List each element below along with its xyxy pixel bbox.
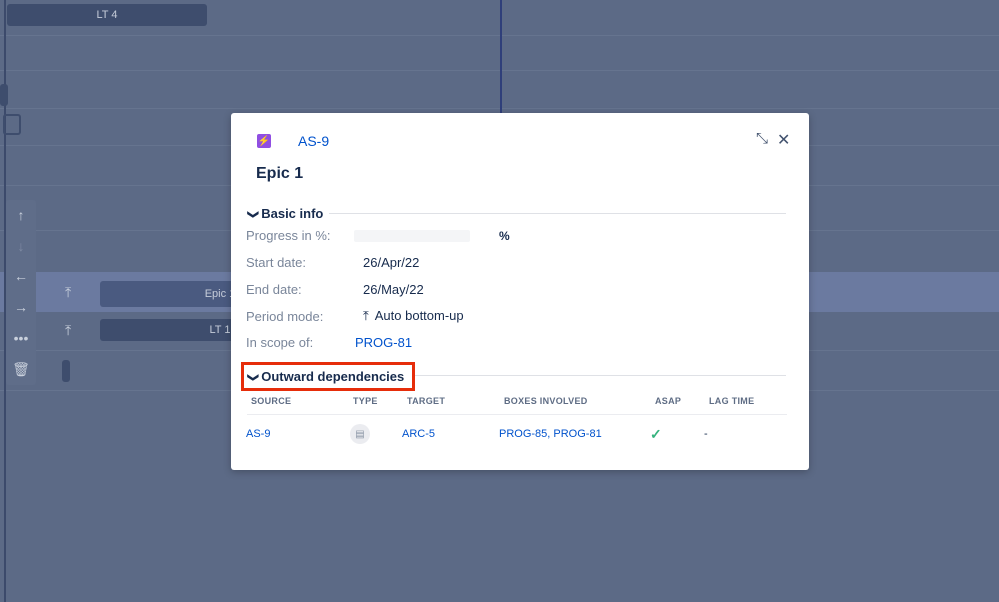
section-divider	[329, 213, 786, 214]
dep-target-link[interactable]: ARC-5	[402, 428, 435, 440]
gantt-bar-lt4[interactable]: LT 4	[7, 4, 207, 26]
col-type: TYPE	[353, 396, 378, 406]
period-mode-text: Auto bottom-up	[374, 308, 464, 323]
row-toolbar: ↑ ↓ ← → ••• 🗑	[6, 200, 36, 385]
epic-lightning-icon: ⚡	[257, 134, 271, 148]
gantt-bar-stub[interactable]	[62, 360, 70, 382]
scope-link[interactable]: PROG-81	[355, 335, 412, 350]
basic-info-toggle[interactable]: ❯ Basic info	[247, 206, 324, 221]
start-date-value[interactable]: 26/Apr/22	[363, 255, 419, 270]
col-source: SOURCE	[251, 396, 292, 406]
upload-icon: ⤒	[363, 308, 369, 323]
outdent-icon[interactable]: ←	[6, 265, 36, 287]
progress-unit: %	[499, 229, 510, 243]
gantt-bar-stub[interactable]	[0, 84, 8, 106]
dep-boxes-links[interactable]: PROG-85, PROG-81	[499, 428, 602, 440]
start-date-label: Start date:	[246, 255, 306, 270]
indent-icon[interactable]: →	[6, 296, 36, 318]
end-date-value[interactable]: 26/May/22	[363, 282, 424, 297]
move-down-icon[interactable]: ↓	[6, 235, 36, 257]
period-mode-label: Period mode:	[246, 309, 324, 324]
progress-input[interactable]	[354, 230, 470, 242]
close-icon[interactable]: ✕	[777, 130, 790, 150]
dep-source-link[interactable]: AS-9	[246, 428, 270, 440]
end-date-label: End date:	[246, 282, 302, 297]
check-icon: ✓	[650, 426, 662, 442]
highlight-annotation	[241, 362, 415, 391]
issue-key-link[interactable]: AS-9	[298, 133, 329, 149]
gantt-bar-label: LT 4	[96, 9, 118, 21]
delete-icon[interactable]: 🗑	[6, 358, 36, 380]
table-divider	[247, 414, 787, 415]
auto-bottom-up-icon: ⤒	[65, 322, 72, 338]
move-up-icon[interactable]: ↑	[6, 204, 36, 226]
today-marker	[500, 0, 502, 116]
section-divider	[415, 375, 786, 376]
printer-icon: ▤	[350, 424, 370, 444]
issue-title: Epic 1	[256, 165, 304, 182]
collapse-icon[interactable]: ⤡	[756, 130, 768, 147]
gantt-bar-stub[interactable]	[3, 114, 21, 135]
col-target: TARGET	[407, 396, 446, 406]
period-mode-value[interactable]: ⤒ Auto bottom-up	[363, 308, 464, 324]
more-icon[interactable]: •••	[6, 327, 36, 349]
section-heading: Basic info	[261, 206, 324, 221]
auto-bottom-up-icon: ⤒	[65, 284, 72, 300]
col-boxes: BOXES INVOLVED	[504, 396, 588, 406]
issue-details-modal: ⚡ AS-9 ⤡ ✕ Epic 1 ❯ Basic info Progress i…	[231, 113, 809, 470]
dep-lag-value: -	[704, 428, 708, 440]
chevron-down-icon: ❯	[247, 209, 260, 220]
col-lag: LAG TIME	[709, 396, 755, 406]
col-asap: ASAP	[655, 396, 682, 406]
scope-label: In scope of:	[246, 335, 314, 350]
progress-label: Progress in %:	[246, 228, 331, 243]
gantt-bar-label: LT 1	[209, 324, 231, 336]
